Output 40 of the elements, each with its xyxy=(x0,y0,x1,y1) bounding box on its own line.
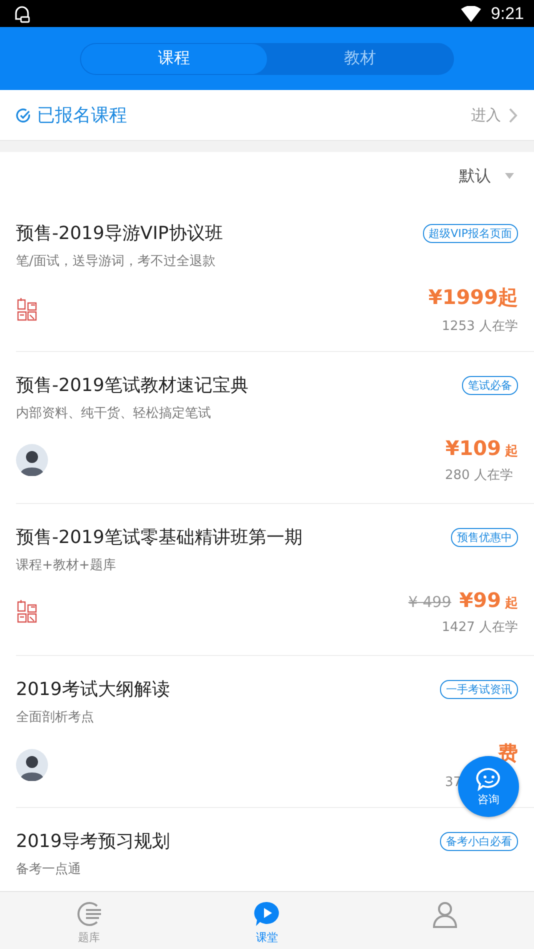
student-count: 280 人在学 xyxy=(445,468,513,483)
check-circle-icon xyxy=(16,108,31,122)
original-price: ¥ 499 xyxy=(408,593,452,611)
person-icon xyxy=(431,900,459,928)
course-title: 2019考试大纲解读 xyxy=(16,678,170,701)
course-subtitle: 内部资料、纯干货、轻松搞定笔试 xyxy=(16,405,212,422)
course-tag: 预售优惠中 xyxy=(451,528,518,546)
course-card[interactable]: 预售-2019笔试教材速记宝典 笔试必备 内部资料、纯干货、轻松搞定笔试 ¥109 起 280 人在学 xyxy=(16,352,534,504)
play-icon xyxy=(253,900,281,928)
course-tag: 备考小白必看 xyxy=(440,832,518,850)
student-count: 1253 人在学 xyxy=(442,319,518,334)
price-suffix: 起 xyxy=(505,595,518,612)
price: ¥1999起 xyxy=(428,284,518,311)
price: ¥109 xyxy=(445,436,501,460)
price: ¥99 xyxy=(459,588,501,612)
caret-icon xyxy=(505,173,514,179)
course-card[interactable]: 预售-2019导游VIP协议班 超级VIP报名页面 笔/面试，送导游词，考不过全退款 ¥1999起 1253 人在学 xyxy=(16,200,534,352)
clock: 9:21 xyxy=(490,4,524,24)
course-title: 预售-2019导游VIP协议班 xyxy=(16,222,223,245)
student-count: 1427 人在学 xyxy=(442,620,518,635)
course-title: 2019导考预习规划 xyxy=(16,830,170,853)
sort-dropdown[interactable]: 默认 xyxy=(459,166,514,186)
chevron-icon xyxy=(509,108,518,122)
course-subtitle: 课程+教材+题库 xyxy=(16,557,117,574)
tab[interactable]: 课程 xyxy=(81,44,267,74)
course-tag: 超级VIP报名页面 xyxy=(422,224,518,242)
course-title: 预售-2019笔试零基础精讲班第一期 xyxy=(16,526,302,549)
course-subtitle: 备考一点通 xyxy=(16,861,82,878)
chat-icon xyxy=(476,766,502,790)
course-subtitle: 笔/面试，送导游词，考不过全退款 xyxy=(16,253,216,270)
course-title: 预售-2019笔试教材速记宝典 xyxy=(16,374,248,397)
course-tag: 笔试必备 xyxy=(462,376,518,394)
course-card[interactable]: 预售-2019笔试零基础精讲班第一期 预售优惠中 课程+教材+题库 ¥ 499 ¥99 起 1427 人在学 xyxy=(16,504,534,656)
section-title: 已报名课程 xyxy=(37,104,127,127)
list-icon xyxy=(75,900,103,928)
course-subtitle: 全面剖析考点 xyxy=(16,709,95,726)
price-suffix: 起 xyxy=(505,443,518,460)
notification-icon xyxy=(12,4,32,24)
course-tag: 一手考试资讯 xyxy=(440,680,518,698)
wifi-icon xyxy=(460,6,481,22)
